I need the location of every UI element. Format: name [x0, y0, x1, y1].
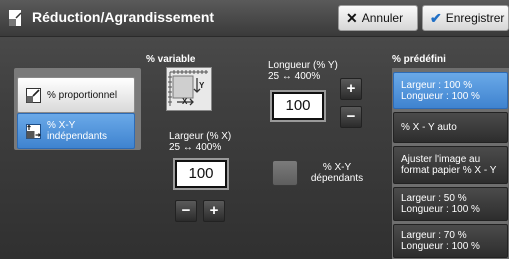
xy-dependent-label: % X-Y dépendants — [310, 162, 364, 184]
plus-icon: + — [346, 80, 356, 97]
proportional-resize-icon — [26, 87, 41, 103]
preset-item[interactable]: Largeur : 50 % Longueur : 100 % — [393, 187, 508, 221]
independent-label: % X-Y indépendants — [47, 120, 108, 142]
minus-icon: − — [181, 202, 191, 219]
checkmark-icon: ✔ — [430, 9, 442, 26]
cancel-button[interactable]: ✕ Annuler — [338, 5, 418, 31]
length-range: 25 ↔ 400% — [268, 71, 321, 82]
diagram-y-label: Y — [199, 81, 205, 90]
save-label: Enregistrer — [445, 11, 505, 25]
preset-item[interactable]: Largeur : 100 % Longueur : 100 % — [393, 72, 508, 109]
reduce-enlarge-icon — [9, 10, 22, 26]
proportional-percent-button[interactable]: % proportionnel — [17, 77, 135, 113]
preset-line2: Longueur : 100 % — [401, 204, 480, 215]
reduction-enlargement-screen: Réduction/Agrandissement ✕ Annuler ✔ Enr… — [0, 0, 509, 259]
preset-line2: Longueur : 100 % — [401, 241, 480, 252]
preset-item[interactable]: Ajuster l'image au format papier % X - Y — [393, 146, 508, 184]
width-value-field[interactable]: 100 — [173, 158, 229, 190]
length-increase-button[interactable]: + — [340, 78, 362, 100]
preset-item[interactable]: Largeur : 70 % Longueur : 100 % — [393, 224, 508, 258]
preset-line1: % X - Y auto — [401, 122, 457, 133]
close-icon: ✕ — [346, 9, 358, 26]
width-label: Largeur (% X) — [169, 131, 232, 142]
length-decrease-button[interactable]: − — [340, 106, 362, 128]
preset-line1: Largeur : 50 % — [401, 193, 467, 204]
length-value-field[interactable]: 100 — [270, 90, 326, 122]
plus-icon: + — [209, 202, 219, 219]
length-label: Longueur (% Y) — [268, 60, 338, 71]
save-button[interactable]: ✔ Enregistrer — [422, 5, 509, 31]
minus-icon: − — [346, 108, 356, 125]
cancel-label: Annuler — [361, 11, 404, 25]
xy-axes-diagram: Y X — [166, 67, 212, 111]
preset-percent-heading: % prédéfini — [392, 54, 446, 65]
page-title: Réduction/Agrandissement — [32, 9, 215, 25]
preset-line2: format papier % X - Y — [401, 165, 497, 176]
xy-independent-icon — [26, 123, 41, 139]
preset-line2: Longueur : 100 % — [401, 90, 480, 102]
axes-diagram-graphic — [168, 70, 208, 106]
proportional-label: % proportionnel — [47, 89, 118, 101]
width-increase-button[interactable]: + — [203, 200, 225, 222]
preset-line1: Largeur : 70 % — [401, 230, 467, 241]
variable-percent-heading: % variable — [146, 54, 196, 65]
xy-dependent-checkbox[interactable] — [272, 160, 298, 186]
preset-line1: Ajuster l'image au — [401, 154, 481, 165]
width-range: 25 ↔ 400% — [169, 142, 222, 153]
preset-line1: Largeur : 100 % — [401, 79, 473, 91]
diagram-x-label: X — [182, 97, 188, 106]
preset-item[interactable]: % X - Y auto — [393, 112, 508, 143]
title-bar: Réduction/Agrandissement ✕ Annuler ✔ Enr… — [0, 0, 509, 37]
width-decrease-button[interactable]: − — [175, 200, 197, 222]
independent-xy-button[interactable]: % X-Y indépendants — [17, 113, 135, 149]
